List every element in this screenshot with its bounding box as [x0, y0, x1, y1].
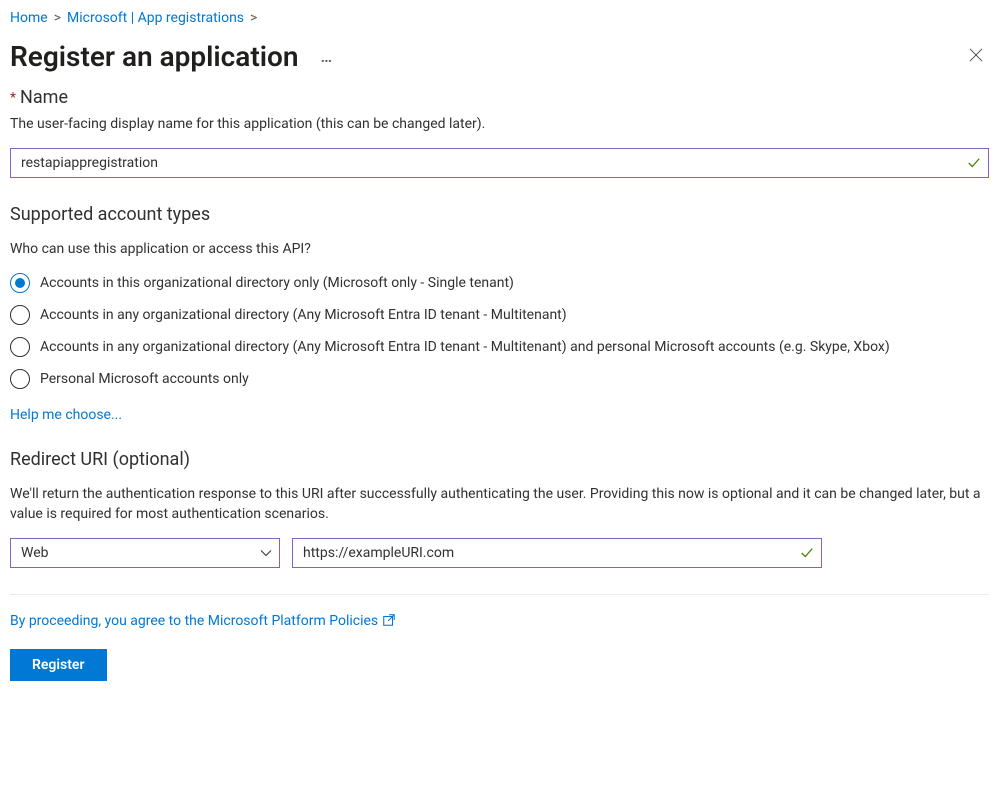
- breadcrumb-app-registrations[interactable]: Microsoft | App registrations: [67, 10, 244, 26]
- redirect-uri-heading: Redirect URI (optional): [10, 449, 989, 470]
- radio-icon: [10, 337, 30, 357]
- page-title: Register an application …: [10, 40, 338, 73]
- redirect-uri-input[interactable]: [292, 538, 822, 568]
- breadcrumb-home[interactable]: Home: [10, 10, 48, 26]
- account-types-radio-group: Accounts in this organizational director…: [10, 273, 989, 389]
- radio-option-single-tenant[interactable]: Accounts in this organizational director…: [10, 273, 989, 293]
- platform-select[interactable]: [10, 538, 280, 568]
- radio-icon: [10, 369, 30, 389]
- redirect-uri-section: Redirect URI (optional) We'll return the…: [10, 449, 989, 568]
- redirect-uri-hint: We'll return the authentication response…: [10, 484, 989, 524]
- divider: [10, 594, 989, 595]
- radio-label: Personal Microsoft accounts only: [40, 369, 249, 389]
- breadcrumb-separator: >: [250, 10, 257, 26]
- external-link-icon: [382, 613, 396, 629]
- register-button[interactable]: Register: [10, 649, 107, 681]
- radio-icon: [10, 273, 30, 293]
- radio-label: Accounts in this organizational director…: [40, 273, 514, 293]
- more-actions-icon[interactable]: …: [317, 47, 339, 66]
- name-hint: The user-facing display name for this ap…: [10, 114, 989, 134]
- header-row: Register an application …: [10, 40, 989, 73]
- account-types-question: Who can use this application or access t…: [10, 239, 989, 259]
- name-section: * Name The user-facing display name for …: [10, 87, 989, 178]
- account-types-section: Supported account types Who can use this…: [10, 204, 989, 423]
- radio-icon: [10, 305, 30, 325]
- account-types-heading: Supported account types: [10, 204, 989, 225]
- name-label: Name: [20, 87, 68, 108]
- radio-option-personal-only[interactable]: Personal Microsoft accounts only: [10, 369, 989, 389]
- help-me-choose-link[interactable]: Help me choose...: [10, 407, 122, 423]
- page-title-text: Register an application: [10, 40, 299, 73]
- radio-label: Accounts in any organizational directory…: [40, 337, 890, 357]
- breadcrumb-separator: >: [54, 10, 61, 26]
- radio-option-multitenant-personal[interactable]: Accounts in any organizational directory…: [10, 337, 989, 357]
- name-input[interactable]: [10, 148, 989, 178]
- close-button[interactable]: [963, 42, 989, 72]
- radio-option-multitenant[interactable]: Accounts in any organizational directory…: [10, 305, 989, 325]
- radio-label: Accounts in any organizational directory…: [40, 305, 567, 325]
- breadcrumb: Home > Microsoft | App registrations >: [10, 10, 989, 26]
- required-marker: *: [10, 90, 16, 106]
- platform-policies-link[interactable]: By proceeding, you agree to the Microsof…: [10, 613, 396, 629]
- policy-link-text: By proceeding, you agree to the Microsof…: [10, 613, 378, 629]
